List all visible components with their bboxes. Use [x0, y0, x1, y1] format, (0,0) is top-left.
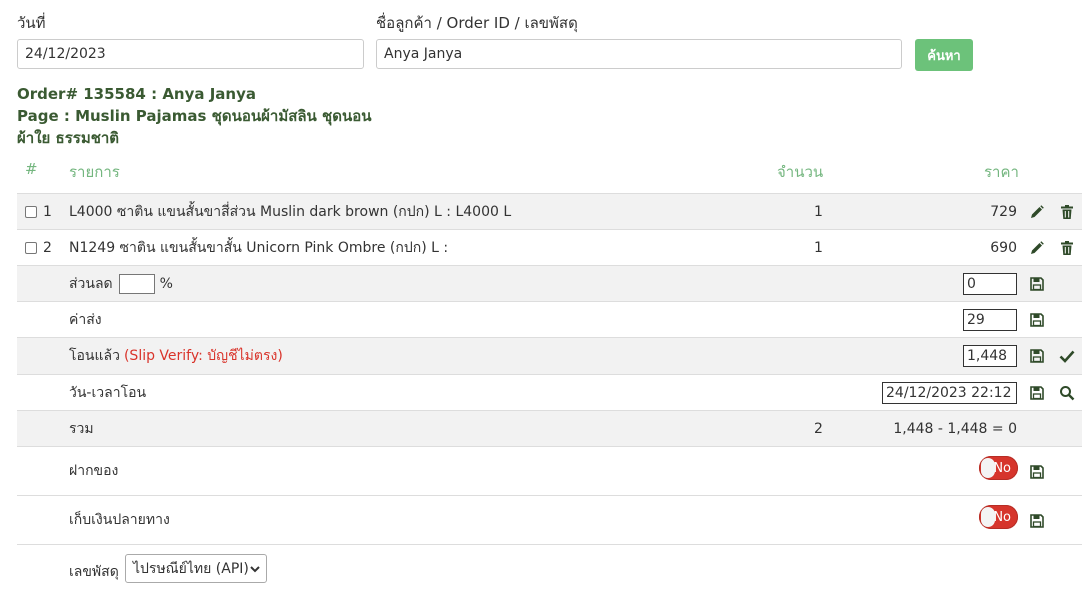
shipping-input[interactable]: 29: [963, 308, 1017, 331]
save-icon[interactable]: [1029, 513, 1045, 529]
percent-sign: %: [159, 275, 173, 292]
save-icon[interactable]: [1029, 312, 1045, 328]
transfer-time-row: วัน-เวลาโอน 24/12/2023 22:12: [17, 374, 1082, 410]
transfer-time-label: วัน-เวลาโอน: [69, 384, 147, 401]
tracking-label: เลขพัสดุ: [69, 564, 119, 580]
shipping-label: ค่าส่ง: [69, 311, 102, 328]
cod-label: เก็บเงินปลายทาง: [69, 512, 170, 528]
item-qty: 1: [814, 239, 823, 256]
total-label: รวม: [69, 420, 94, 437]
save-icon[interactable]: [1029, 276, 1045, 292]
save-icon[interactable]: [1029, 348, 1045, 364]
trash-icon[interactable]: [1059, 204, 1075, 220]
tracking-carrier-value: ไปรษณีย์ไทย (API): [133, 560, 249, 577]
search-icon[interactable]: [1059, 385, 1075, 401]
order-info: Order# 135584 : Anya Janya Page : Muslin…: [17, 83, 377, 149]
pencil-icon[interactable]: [1029, 204, 1045, 220]
cod-row: เก็บเงินปลายทาง No: [17, 495, 1082, 545]
header-price: ราคา: [984, 163, 1019, 181]
cod-toggle[interactable]: No: [979, 505, 1018, 529]
transferred-row: โอนแล้ว (Slip Verify: บัญชีไม่ตรง) 1,448: [17, 337, 1082, 374]
order-page: Page : Muslin Pajamas ชุดนอนผ้ามัสลิน ชุ…: [17, 107, 372, 147]
item-name: N1249 ซาติน แขนสั้นขาสั้น Unicorn Pink O…: [69, 239, 449, 256]
item-name: L4000 ซาติน แขนสั้นขาสี่ส่วน Muslin dark…: [69, 203, 512, 220]
row-number: 2: [43, 239, 52, 256]
discount-input[interactable]: 0: [963, 272, 1017, 295]
transferred-label: โอนแล้ว: [69, 348, 120, 364]
header-num: #: [25, 160, 38, 178]
pencil-icon[interactable]: [1029, 240, 1045, 256]
item-price: 690: [990, 239, 1017, 256]
discount-percent-input[interactable]: [118, 273, 155, 294]
transferred-input[interactable]: 1,448: [963, 345, 1017, 367]
header-item: รายการ: [69, 163, 120, 181]
transfer-time-input[interactable]: 24/12/2023 22:12: [882, 381, 1017, 404]
table-row: 1 L4000 ซาติน แขนสั้นขาสี่ส่วน Muslin da…: [17, 193, 1082, 229]
discount-row: ส่วนลด % 0: [17, 265, 1082, 301]
discount-label: ส่วนลด: [69, 275, 113, 292]
date-input[interactable]: 24/12/2023: [17, 39, 364, 69]
search-button[interactable]: ค้นหา: [915, 39, 973, 71]
total-balance: 1,448 - 1,448 = 0: [893, 420, 1017, 437]
shipping-row: ค่าส่ง 29: [17, 301, 1082, 337]
deposit-row: ฝากของ No: [17, 446, 1082, 495]
tracking-carrier-select[interactable]: ไปรษณีย์ไทย (API): [125, 554, 267, 583]
check-icon[interactable]: [1059, 348, 1075, 364]
row-number: 1: [43, 203, 52, 220]
customer-search-input[interactable]: Anya Janya: [376, 39, 902, 69]
order-title: Order# 135584 : Anya Janya: [17, 85, 257, 103]
header-qty: จำนวน: [777, 163, 824, 181]
slip-verify-warning: (Slip Verify: บัญชีไม่ตรง): [123, 348, 283, 364]
total-row: รวม 2 1,448 - 1,448 = 0: [17, 410, 1082, 446]
customer-search-label: ชื่อลูกค้า / Order ID / เลขพัสดุ: [376, 14, 578, 32]
row-checkbox[interactable]: [25, 205, 37, 218]
row-checkbox[interactable]: [25, 241, 37, 254]
chevron-down-icon: [249, 562, 261, 580]
save-icon[interactable]: [1029, 464, 1045, 480]
item-price: 729: [990, 203, 1017, 220]
item-qty: 1: [814, 203, 823, 220]
save-icon[interactable]: [1029, 385, 1045, 401]
deposit-toggle[interactable]: No: [979, 456, 1018, 480]
trash-icon[interactable]: [1059, 240, 1075, 256]
table-row: 2 N1249 ซาติน แขนสั้นขาสั้น Unicorn Pink…: [17, 229, 1082, 265]
date-label: วันที่: [17, 14, 46, 32]
deposit-label: ฝากของ: [69, 463, 119, 479]
